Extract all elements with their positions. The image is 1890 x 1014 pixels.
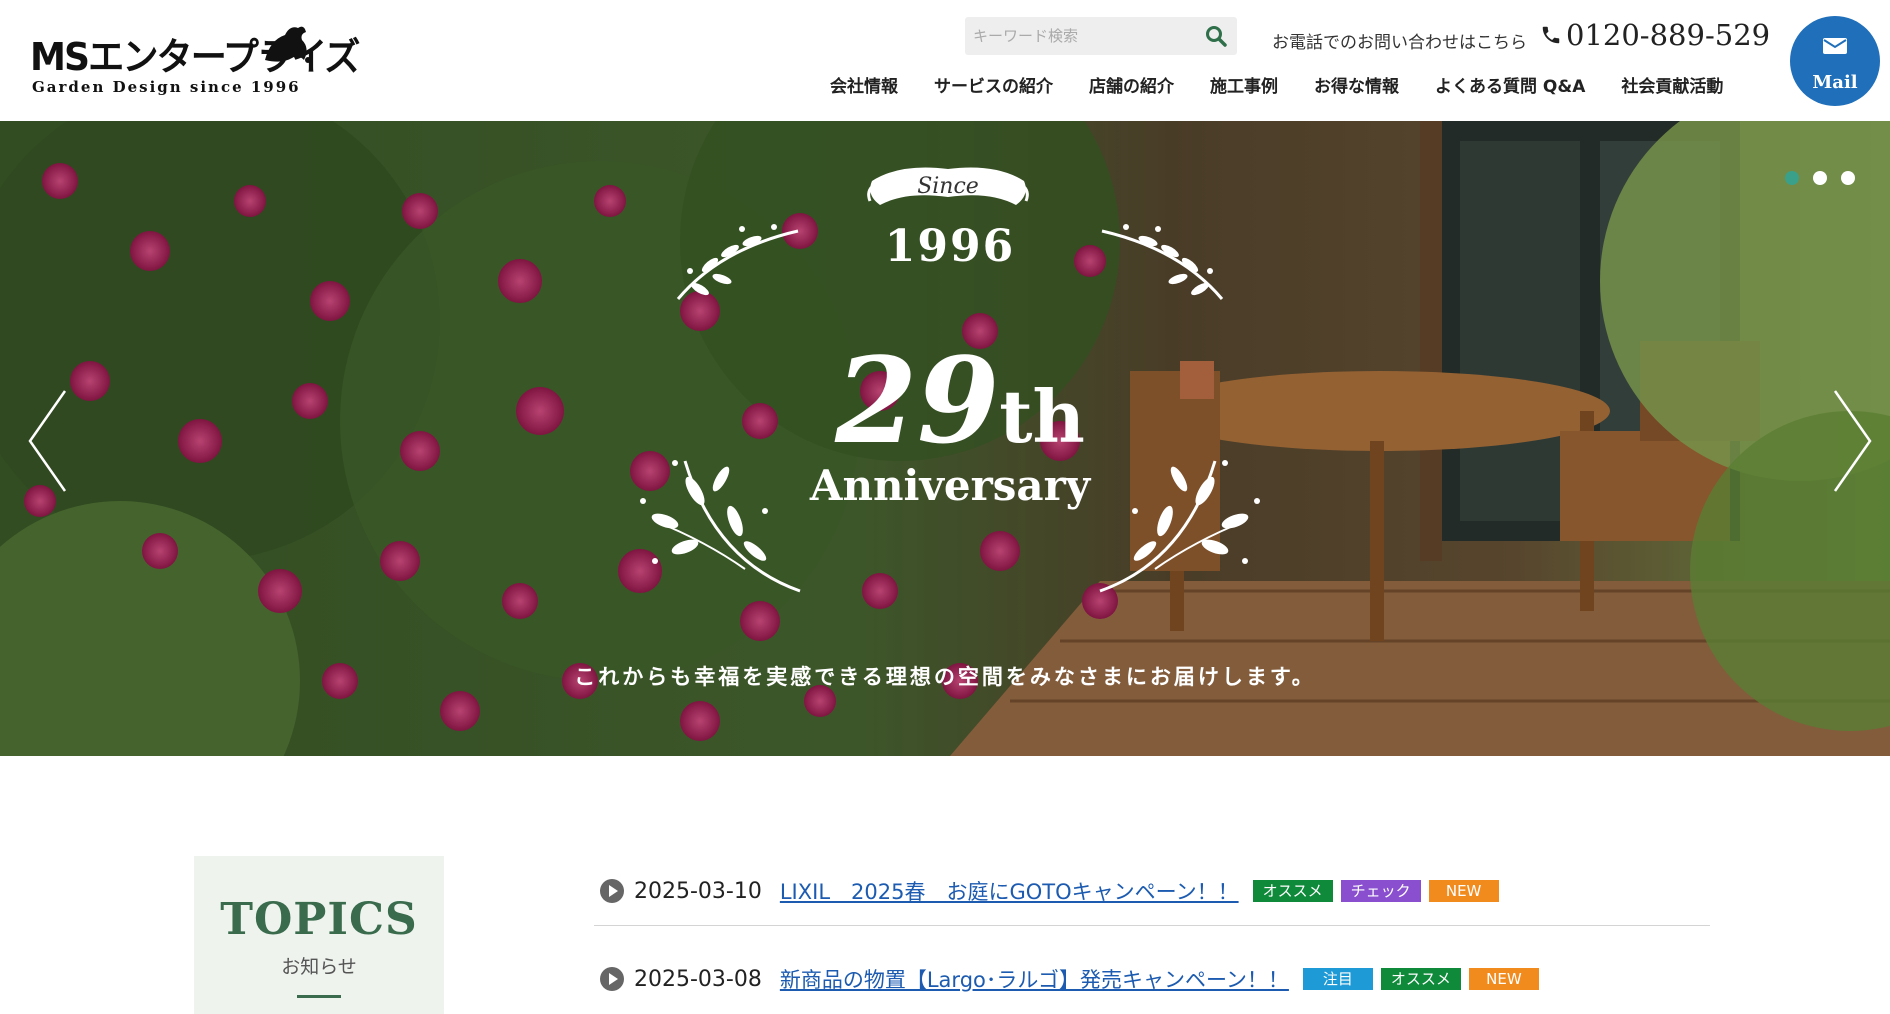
prev-slide-arrow-icon[interactable] (25, 386, 75, 496)
right-upper-sprig (1101, 224, 1224, 300)
phone-link[interactable]: 0120-889-529 (1540, 18, 1770, 52)
phone-icon (1542, 26, 1560, 44)
left-lower-sprig (640, 460, 801, 593)
hero-tagline: これからも幸福を実感できる理想の空間をみなさまにお届けします。 (574, 664, 1316, 689)
envelope-icon (1823, 38, 1847, 54)
nav-item-faq[interactable]: よくある質問 Q&A (1435, 72, 1585, 97)
play-bullet-icon (600, 879, 624, 903)
nav-item-company[interactable]: 会社情報 (830, 72, 898, 97)
phone-number-text: 0120-889-529 (1566, 18, 1771, 52)
next-slide-arrow-icon[interactable] (1825, 386, 1875, 496)
main-nav: 会社情報 サービスの紹介 店舗の紹介 施工事例 お得な情報 よくある質問 Q&A… (830, 72, 1723, 97)
mail-label: Mail (1812, 72, 1858, 93)
news-date: 2025-03-08 (634, 966, 762, 992)
search-box (965, 17, 1237, 55)
anniversary-word: Anniversary (809, 461, 1091, 510)
logo-subtitle: Garden Design since 1996 (32, 78, 301, 96)
mail-button[interactable]: Mail (1790, 16, 1880, 106)
list-item: 2025-03-08 新商品の物置【Largo･ラルゴ】発売キャンペーン！！ 注… (594, 948, 1710, 1010)
anniversary-suffix: th (999, 374, 1085, 459)
nav-item-services[interactable]: サービスの紹介 (934, 72, 1053, 97)
slide-dot-2[interactable] (1813, 171, 1827, 185)
news-link[interactable]: 新商品の物置【Largo･ラルゴ】発売キャンペーン！！ (780, 964, 1289, 994)
topics-underline (297, 995, 341, 998)
tag-featured: 注目 (1302, 968, 1373, 990)
nav-item-works[interactable]: 施工事例 (1210, 72, 1278, 97)
hero-year: 1996 (884, 221, 1016, 272)
topics-heading-box: TOPICS お知らせ (194, 856, 444, 1014)
slide-dot-1[interactable] (1785, 171, 1799, 185)
nav-item-stores[interactable]: 店舗の紹介 (1089, 72, 1174, 97)
since-text: Since (917, 174, 979, 199)
tag-recommended: オススメ (1380, 968, 1461, 990)
site-header: MSエンタープライズ Garden Design since 1996 お電話で… (0, 0, 1890, 121)
anniversary-count: 29 (835, 331, 1000, 470)
phone-label: お電話でのお問い合わせはこちら (1272, 33, 1527, 53)
list-item: 2025-03-10 LIXIL 2025春 お庭にGOTOキャンペーン！！ オ… (594, 860, 1710, 922)
site-logo[interactable]: MSエンタープライズ Garden Design since 1996 (30, 20, 360, 100)
since-ribbon: Since (867, 167, 1029, 205)
news-link[interactable]: LIXIL 2025春 お庭にGOTOキャンペーン！！ (780, 876, 1239, 906)
nav-item-csr[interactable]: 社会貢献活動 (1621, 72, 1723, 97)
hero-slider: Since 1996 29th Anniversary これからも幸福を実感でき… (0, 121, 1890, 756)
news-list: 2025-03-10 LIXIL 2025春 お庭にGOTOキャンペーン！！ オ… (594, 860, 1710, 1010)
tag-new: NEW (1468, 968, 1539, 990)
topics-subtitle: お知らせ (281, 956, 357, 978)
news-date: 2025-03-10 (634, 878, 762, 904)
play-bullet-icon (600, 967, 624, 991)
nav-item-deals[interactable]: お得な情報 (1314, 72, 1399, 97)
anniversary-number: 29th (830, 331, 1090, 470)
tag-new: NEW (1428, 880, 1499, 902)
topics-title: TOPICS (220, 894, 418, 945)
slide-indicators (1785, 171, 1855, 185)
left-upper-sprig (676, 224, 799, 300)
tag-recommended: オススメ (1252, 880, 1333, 902)
logo-figure-icon (265, 26, 311, 63)
slide-dot-3[interactable] (1841, 171, 1855, 185)
right-lower-sprig (1099, 460, 1260, 593)
search-input[interactable] (973, 25, 1193, 47)
search-icon[interactable] (1203, 23, 1229, 49)
tag-check: チェック (1340, 880, 1421, 902)
